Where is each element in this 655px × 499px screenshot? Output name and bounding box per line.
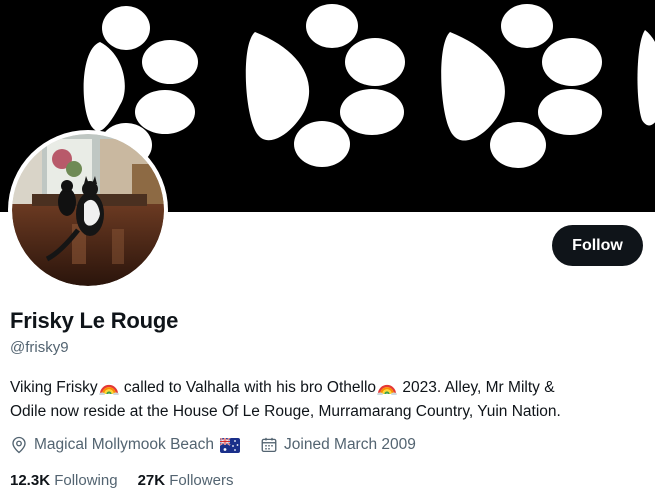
location-item: Magical Mollymook Beach: [10, 436, 246, 454]
profile-bio: Viking Frisky called to Valhalla with hi…: [10, 376, 650, 424]
profile-meta: Magical Mollymook Beach Joined March 200…: [10, 436, 416, 454]
paw-print-2: [245, 4, 405, 167]
joined-text: Joined March 2009: [284, 436, 416, 453]
rainbow-emoji-icon: [98, 384, 119, 395]
followers-link[interactable]: 27K Followers: [138, 472, 234, 489]
following-count: 12.3K: [10, 472, 51, 489]
username-handle: @frisky9: [10, 339, 69, 356]
avatar[interactable]: [8, 130, 168, 290]
location-text: Magical Mollymook Beach: [34, 436, 215, 453]
paw-print-4: [637, 30, 655, 126]
follow-button[interactable]: Follow: [552, 225, 643, 266]
australia-flag-icon: [220, 437, 241, 453]
bio-text-2: called to Valhalla with his bro Othello: [119, 379, 377, 396]
followers-label: Followers: [165, 472, 234, 489]
profile-header: Follow Frisky Le Rouge @frisky9 Viking F…: [0, 0, 655, 499]
follow-stats: 12.3K Following 27K Followers: [10, 472, 233, 489]
following-link[interactable]: 12.3K Following: [10, 472, 118, 489]
rainbow-emoji-icon: [377, 384, 398, 395]
bio-text-4: Odile now reside at the House Of Le Roug…: [10, 403, 561, 420]
calendar-icon: [261, 437, 277, 453]
cat-photo-avatar: [12, 134, 164, 286]
followers-count: 27K: [137, 472, 166, 489]
location-pin-icon: [12, 436, 26, 454]
bio-text-1: Viking Frisky: [10, 379, 98, 396]
following-label: Following: [50, 472, 118, 489]
display-name: Frisky Le Rouge: [10, 308, 179, 333]
bio-text-3: 2023. Alley, Mr Milty &: [398, 379, 555, 396]
paw-print-3: [441, 4, 602, 168]
joined-item: Joined March 2009: [260, 436, 416, 454]
